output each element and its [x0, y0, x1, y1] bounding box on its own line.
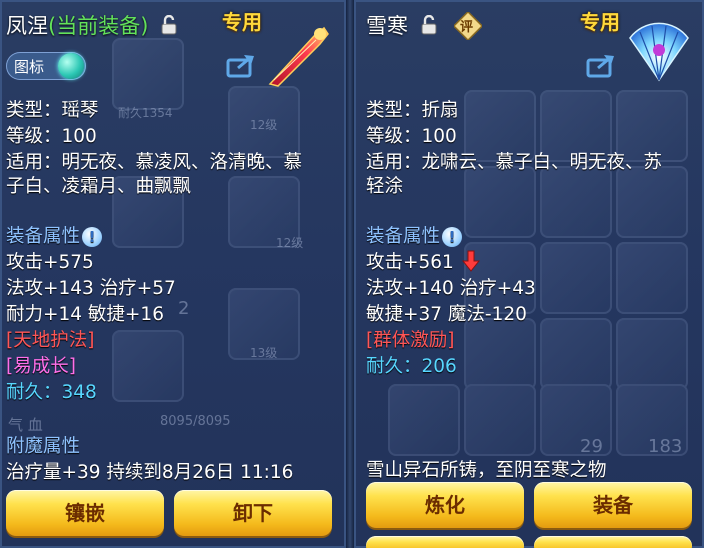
equip-button[interactable]: 装备 [534, 482, 692, 528]
extra-button-2[interactable] [534, 536, 692, 548]
down-arrow-icon [461, 250, 480, 277]
bg-level-12a: 12级 [250, 118, 278, 132]
stats-line-1: 法攻+140 治疗+43 [366, 278, 536, 299]
unequip-button[interactable]: 卸下 [174, 490, 332, 536]
instrument-item-icon[interactable] [264, 22, 334, 92]
fan-item-icon[interactable] [626, 20, 692, 90]
equipped-tag: (当前装备) [48, 14, 149, 38]
attr-header: 装备属性! [6, 222, 103, 248]
exclusive-label: 专用 [222, 10, 262, 34]
attack-stat: 攻击+575 [6, 252, 94, 273]
attack-stat: 攻击+561 [366, 248, 480, 277]
item-title: 凤涅(当前装备) [6, 10, 177, 40]
rating-badge-icon[interactable]: 评 [452, 10, 484, 42]
bg-durability-hint: 耐久1354 [118, 106, 173, 120]
item-description: 雪山异石所铸，至阴至寒之物 [366, 460, 607, 481]
current-equipment-panel: 耐久1354 12级 12级 13级 2 气 血 8095/8095 凤涅(当前… [0, 0, 346, 548]
stats-line-2: 敏捷+37 魔法-120 [366, 304, 527, 325]
item-type: 类型：折扇 [366, 100, 459, 121]
durability: 耐久：348 [6, 378, 97, 404]
share-icon[interactable] [586, 52, 618, 82]
extra-button-1[interactable] [366, 536, 524, 548]
suitable-line-2: 轻涂 [366, 176, 404, 197]
durability-value: 206 [421, 356, 457, 377]
suitable-line-1: 适用：明无夜、慕凌风、洛清晚、慕 [6, 152, 303, 173]
item-name: 雪寒 [366, 14, 408, 38]
durability-label: 耐久： [6, 382, 62, 403]
durability-value: 348 [61, 382, 97, 403]
enchant-header: 附魔属性 [6, 436, 81, 457]
icon-toggle-label: 图标 [14, 58, 45, 76]
effect-skill-1: [群体激励] [366, 330, 455, 351]
share-icon[interactable] [226, 52, 258, 82]
inlay-button[interactable]: 镶嵌 [6, 490, 164, 536]
bg-number-2: 2 [178, 298, 190, 319]
stats-line-1: 法攻+143 治疗+57 [6, 278, 176, 299]
attr-header-text: 装备属性 [6, 226, 81, 247]
effect-skill-1: [天地护法] [6, 330, 95, 351]
refine-button[interactable]: 炼化 [366, 482, 524, 528]
compare-equipment-panel: 29 183 雪寒 评 专用 类型：折扇 等级：100 适用：龙啸云、慕子白、明… [354, 0, 704, 548]
bg-level-13: 13级 [250, 346, 278, 360]
stats-line-2: 耐力+14 敏捷+16 [6, 304, 164, 325]
item-type: 类型：瑶琴 [6, 100, 99, 121]
lock-icon[interactable] [161, 14, 177, 40]
attr-header: 装备属性! [366, 222, 463, 248]
info-icon[interactable]: ! [442, 227, 463, 247]
item-level: 等级：100 [366, 126, 457, 147]
bg-hp-value: 8095/8095 [160, 414, 231, 429]
lock-icon[interactable] [421, 14, 437, 40]
exclusive-label: 专用 [580, 10, 620, 34]
item-level: 等级：100 [6, 126, 97, 147]
suitable-line-2: 子白、凌霜月、曲飘飘 [6, 176, 192, 197]
item-name: 凤涅 [6, 14, 48, 38]
toggle-knob-icon [58, 53, 84, 79]
bg-level-12b: 12级 [276, 236, 304, 250]
rating-badge-text: 评 [460, 20, 474, 35]
durability-label: 耐久： [366, 356, 422, 377]
item-title: 雪寒 [366, 10, 437, 40]
bg-count-2: 183 [648, 436, 683, 457]
bg-count-1: 29 [580, 436, 603, 457]
durability: 耐久：206 [366, 352, 457, 378]
enchant-line-1: 治疗量+39 持续到8月26日 11:16 [6, 462, 294, 483]
suitable-line-1: 适用：龙啸云、慕子白、明无夜、苏 [366, 152, 663, 173]
effect-skill-2: [易成长] [6, 356, 76, 377]
panel-divider [346, 0, 354, 548]
info-icon[interactable]: ! [82, 227, 103, 247]
attr-header-text: 装备属性 [366, 226, 441, 247]
attack-stat-text: 攻击+561 [366, 252, 454, 273]
icon-toggle[interactable]: 图标 [6, 52, 86, 80]
